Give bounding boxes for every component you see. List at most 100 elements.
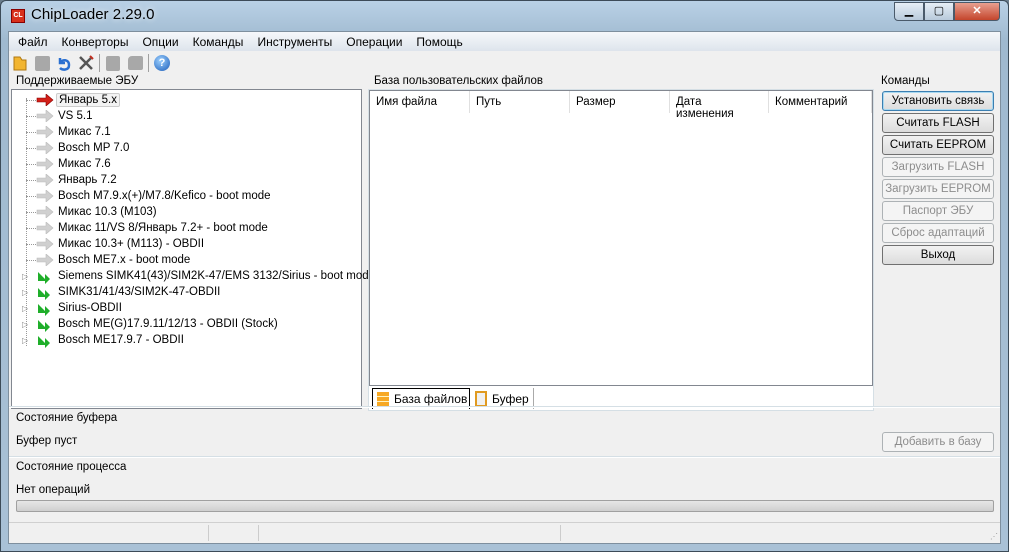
close-button[interactable]: ✕ [954,2,1000,21]
minimize-button[interactable]: ▁ [894,2,924,21]
green-arrow-icon [36,286,52,303]
expand-icon[interactable]: ▷ [22,336,28,345]
tree-item-label: Bosch ME7.x - boot mode [58,254,191,266]
column-header-path[interactable]: Путь [470,91,570,113]
menu-file[interactable]: Файл [11,32,55,51]
tree-item-label: Bosch M7.9.x(+)/M7.8/Kefico - boot mode [58,190,271,202]
gray-arrow-icon [36,173,54,189]
undo-icon[interactable] [55,54,73,72]
gray-arrow-icon [36,237,54,253]
tree-item-label: Микас 10.3+ (M113) - OBDII [58,238,205,250]
column-header-modified[interactable]: Дата изменения [670,91,769,120]
chip-read-icon[interactable] [104,54,122,72]
toolbar: ? [11,52,171,74]
files-panel-label: База пользовательских файлов [374,75,544,87]
tree-item-label: SIMK31/41/43/SIM2K-47-OBDII [58,286,221,298]
database-icon [377,391,389,407]
menu-bar: Файл Конверторы Опции Команды Инструмент… [9,32,1000,51]
menu-help[interactable]: Помощь [409,32,469,51]
gray-arrow-icon [36,125,54,141]
divider [9,456,1000,458]
progress-bar [16,500,994,512]
ecu-panel-label: Поддерживаемые ЭБУ [16,75,139,87]
command-button[interactable]: Считать FLASH [882,113,994,133]
tree-item-label: Микас 11/VS 8/Январь 7.2+ - boot mode [58,222,268,234]
tree-item-label: Микас 10.3 (M103) [58,206,157,218]
tree-item-label: Siemens SIMK41(43)/SIM2K-47/EMS 3132/Sir… [58,270,376,282]
gray-arrow-icon [36,109,54,125]
command-button[interactable]: Сброс адаптаций [882,223,994,243]
commands-label: Команды [881,75,930,87]
window-title: ChipLoader 2.29.0 [31,6,155,23]
client-area: Файл Конверторы Опции Команды Инструмент… [8,31,1001,544]
green-arrow-icon [36,270,52,287]
green-arrow-icon [36,302,52,319]
toolbar-separator [99,54,100,72]
clipboard-icon [475,390,487,407]
command-button[interactable]: Загрузить FLASH [882,157,994,177]
status-bar: ⋰ [9,522,1000,543]
app-icon: CL [11,9,25,23]
add-to-database-button[interactable]: Добавить в базу [882,432,994,452]
maximize-button[interactable]: ▢ [924,2,954,21]
gray-arrow-icon [36,253,54,269]
chip-write-icon[interactable] [126,54,144,72]
green-arrow-icon [36,318,52,335]
tools-icon[interactable] [77,54,95,72]
tree-item-label: Bosch MP 7.0 [58,142,130,154]
tab-label: База файлов [394,392,468,406]
gray-arrow-icon [36,205,54,221]
menu-options[interactable]: Опции [135,32,185,51]
column-header-comment[interactable]: Комментарий [769,91,872,113]
gray-arrow-icon [36,157,54,173]
divider [9,406,1000,408]
tree-item-label: Микас 7.6 [58,158,111,170]
command-button[interactable]: Загрузить EEPROM [882,179,994,199]
tree-line [26,228,36,229]
ecu-tree: Январь 5.x VS 5.1 Микас 7.1 Bosch MP 7.0 Мик… [11,89,375,409]
process-label: Состояние процесса [16,461,127,473]
tree-item-label: Bosch ME17.9.7 - OBDII [58,334,184,346]
gray-arrow-icon [36,189,54,205]
red-arrow-icon [36,93,54,109]
open-folder-icon[interactable] [11,54,29,72]
tree-item-label: Январь 7.2 [58,174,117,186]
help-icon[interactable]: ? [153,54,171,72]
files-list: Имя файла Путь Размер Дата изменения Ком… [369,90,873,386]
column-header-filename[interactable]: Имя файла [370,91,470,113]
tree-line [26,244,36,245]
command-button[interactable]: Установить связь [882,91,994,111]
command-button[interactable]: Паспорт ЭБУ [882,201,994,221]
process-status: Нет операций [16,484,91,496]
save-icon[interactable] [33,54,51,72]
menu-operations[interactable]: Операции [339,32,409,51]
menu-commands[interactable]: Команды [186,32,251,51]
buffer-label: Состояние буфера [16,412,118,424]
expand-icon[interactable]: ▷ [22,304,28,313]
expand-icon[interactable]: ▷ [22,288,28,297]
tree-line [26,196,36,197]
expand-icon[interactable]: ▷ [22,320,28,329]
tree-line [26,260,36,261]
tree-line [26,100,36,101]
tree-line [26,212,36,213]
command-button[interactable]: Выход [882,245,994,265]
green-arrow-icon [36,334,52,351]
tree-line [26,148,36,149]
tree-line [26,164,36,165]
buffer-status: Буфер пуст [16,435,78,447]
expand-icon[interactable]: ▷ [22,272,28,281]
files-panel: Имя файла Путь Размер Дата изменения Ком… [368,89,874,411]
column-header-size[interactable]: Размер [570,91,670,113]
tab-label: Буфер [492,391,529,406]
menu-converters[interactable]: Конверторы [55,32,136,51]
toolbar-separator [148,54,149,72]
gray-arrow-icon [36,141,54,157]
gray-arrow-icon [36,221,54,237]
tree-item-label: VS 5.1 [58,110,93,122]
command-button[interactable]: Считать EEPROM [882,135,994,155]
tree-item-label: Sirius-OBDII [58,302,122,314]
tree-item-label: Bosch ME(G)17.9.11/12/13 - OBDII (Stock) [58,318,278,330]
resize-grip-icon[interactable]: ⋰ [990,532,998,541]
menu-tools[interactable]: Инструменты [250,32,339,51]
